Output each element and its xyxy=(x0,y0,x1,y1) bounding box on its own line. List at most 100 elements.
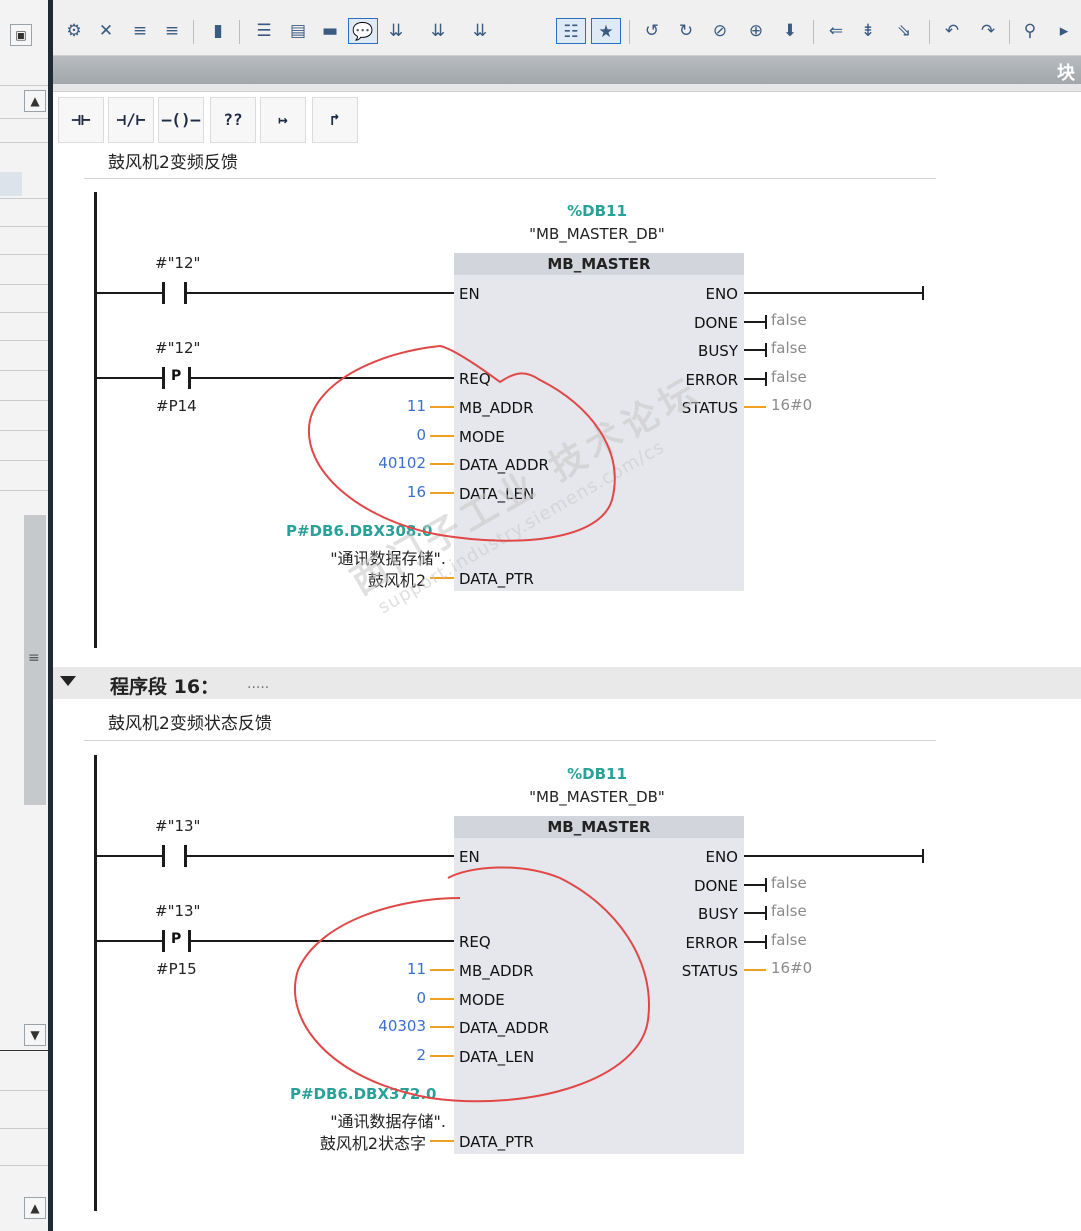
block-remove-icon[interactable]: ⇊ xyxy=(465,18,495,44)
open-branch-button[interactable]: ↦ xyxy=(260,97,306,143)
done-output: DONE xyxy=(693,877,738,895)
title-bar-label: 块 xyxy=(1057,63,1075,84)
edge-memory-tag[interactable]: #P15 xyxy=(156,960,197,978)
compile-icon[interactable]: ⬇ xyxy=(775,18,805,44)
en-input[interactable]: EN xyxy=(459,848,480,866)
no-contact-button[interactable]: ⊣⊢ xyxy=(58,97,104,143)
mode-input: MODE xyxy=(459,991,505,1009)
p-edge-contact[interactable] xyxy=(162,930,165,952)
status-value: 16#0 xyxy=(771,959,813,977)
no-contact[interactable] xyxy=(162,282,165,304)
contact-tag[interactable]: #"12" xyxy=(155,339,200,357)
block-name: MB_MASTER xyxy=(454,253,744,275)
status-output: STATUS xyxy=(681,962,738,980)
instance-db-name[interactable]: "MB_MASTER_DB" xyxy=(447,788,747,806)
editor-sub-bar xyxy=(53,84,1081,92)
mode-value[interactable]: 0 xyxy=(340,426,426,444)
branch-icon[interactable]: ≡ xyxy=(157,18,187,44)
align-icon[interactable]: ▬ xyxy=(315,18,345,44)
block-icon[interactable]: ⇊ xyxy=(381,18,411,44)
editor-title-bar: 块 xyxy=(53,56,1081,84)
p-edge-contact[interactable] xyxy=(162,367,165,389)
error-output: ERROR xyxy=(685,934,738,952)
edge-memory-tag[interactable]: #P14 xyxy=(156,397,197,415)
contact-tag[interactable]: #"12" xyxy=(155,254,200,272)
scroll-down-button[interactable]: ▼ xyxy=(24,1024,46,1046)
no-contact[interactable] xyxy=(162,845,165,867)
coil-button[interactable]: –()– xyxy=(158,97,204,143)
instance-db-name[interactable]: "MB_MASTER_DB" xyxy=(447,225,747,243)
busy-value: false xyxy=(771,902,807,920)
p-edge-label: P xyxy=(171,368,182,384)
mb-addr-value[interactable]: 11 xyxy=(340,397,426,415)
power-rail xyxy=(94,192,97,648)
scroll-up-button[interactable]: ▲ xyxy=(24,90,46,112)
data-addr-value[interactable]: 40303 xyxy=(340,1017,426,1035)
data-len-value[interactable]: 2 xyxy=(340,1046,426,1064)
error-value: false xyxy=(771,931,807,949)
busy-output: BUSY xyxy=(698,342,738,360)
goto-icon[interactable]: ⇐ xyxy=(821,18,851,44)
mode-input: MODE xyxy=(459,428,505,446)
warning-icon[interactable]: ⊕ xyxy=(741,18,771,44)
network-delete-icon[interactable]: ▤ xyxy=(283,18,313,44)
data-ptr-db[interactable]: "通讯数据存储". xyxy=(246,1108,446,1132)
block-name: MB_MASTER xyxy=(454,816,744,838)
done-value: false xyxy=(771,874,807,892)
busy-value: false xyxy=(771,339,807,357)
data-ptr-address[interactable]: P#DB6.DBX372.0 xyxy=(290,1085,436,1103)
network-comment[interactable]: 鼓风机2变频反馈 xyxy=(108,148,238,173)
nc-contact-button[interactable]: ⊣/⊢ xyxy=(108,97,154,143)
mb-addr-value[interactable]: 11 xyxy=(340,960,426,978)
data-ptr-input: DATA_PTR xyxy=(459,1133,534,1151)
run-icon[interactable]: ⇘ xyxy=(889,18,919,44)
collapse-chevron-icon[interactable] xyxy=(60,676,76,686)
scroll-up-button-2[interactable]: ▲ xyxy=(24,1197,46,1219)
next-icon[interactable]: ↻ xyxy=(671,18,701,44)
en-input[interactable]: EN xyxy=(459,285,480,303)
monitor-icon[interactable]: ⚙ xyxy=(59,18,89,44)
pane-divider[interactable] xyxy=(48,0,53,1231)
p-edge-label: P xyxy=(171,931,182,947)
network-title-placeholder[interactable]: ..... xyxy=(247,676,269,692)
variable-icon[interactable]: ✕ xyxy=(91,18,121,44)
scrollbar-grip-icon: ≡ xyxy=(28,650,40,666)
branch-close-icon[interactable]: ▮ xyxy=(203,18,233,44)
busy-output: BUSY xyxy=(698,905,738,923)
eno-output[interactable]: ENO xyxy=(660,285,738,303)
settings-icon[interactable]: ≡ xyxy=(125,18,155,44)
mb-addr-input: MB_ADDR xyxy=(459,962,534,980)
block-add-icon[interactable]: ⇊ xyxy=(423,18,453,44)
req-input[interactable]: REQ xyxy=(459,933,491,951)
done-value: false xyxy=(771,311,807,329)
data-addr-value[interactable]: 40102 xyxy=(340,454,426,472)
error-icon[interactable]: ⊘ xyxy=(705,18,735,44)
eno-output[interactable]: ENO xyxy=(660,848,738,866)
data-len-value[interactable]: 16 xyxy=(340,483,426,501)
panel-icon[interactable]: ▣ xyxy=(10,24,32,46)
network-comment[interactable]: 鼓风机2变频状态反馈 xyxy=(108,709,272,734)
comment-icon[interactable]: 💬 xyxy=(348,18,378,44)
contact-tag[interactable]: #"13" xyxy=(155,817,200,835)
close-branch-button[interactable]: ↱ xyxy=(312,97,358,143)
break-icon[interactable]: ↶ xyxy=(937,18,967,44)
data-len-input: DATA_LEN xyxy=(459,1048,535,1066)
selected-row[interactable] xyxy=(0,172,22,196)
data-addr-input: DATA_ADDR xyxy=(459,1019,549,1037)
contact-tag[interactable]: #"13" xyxy=(155,902,200,920)
step-icon[interactable]: ⇟ xyxy=(853,18,883,44)
mode-value[interactable]: 0 xyxy=(340,989,426,1007)
list-icon[interactable]: ☷ xyxy=(556,18,586,44)
network-insert-icon[interactable]: ☰ xyxy=(249,18,279,44)
tools-icon[interactable]: ⚲ xyxy=(1015,18,1045,44)
return-icon[interactable]: ↷ xyxy=(973,18,1003,44)
mb-master-block[interactable] xyxy=(454,816,744,1154)
instance-db-number: %DB11 xyxy=(567,202,627,220)
empty-box-button[interactable]: ?? xyxy=(210,97,256,143)
favorites-icon[interactable]: ★ xyxy=(591,18,621,44)
more-icon[interactable]: ▸ xyxy=(1049,18,1079,44)
data-ptr-member[interactable]: 鼓风机2状态字 xyxy=(246,1130,426,1154)
prev-icon[interactable]: ↺ xyxy=(637,18,667,44)
req-input[interactable]: REQ xyxy=(459,370,491,388)
network-title[interactable]: 程序段 16： xyxy=(110,672,219,699)
